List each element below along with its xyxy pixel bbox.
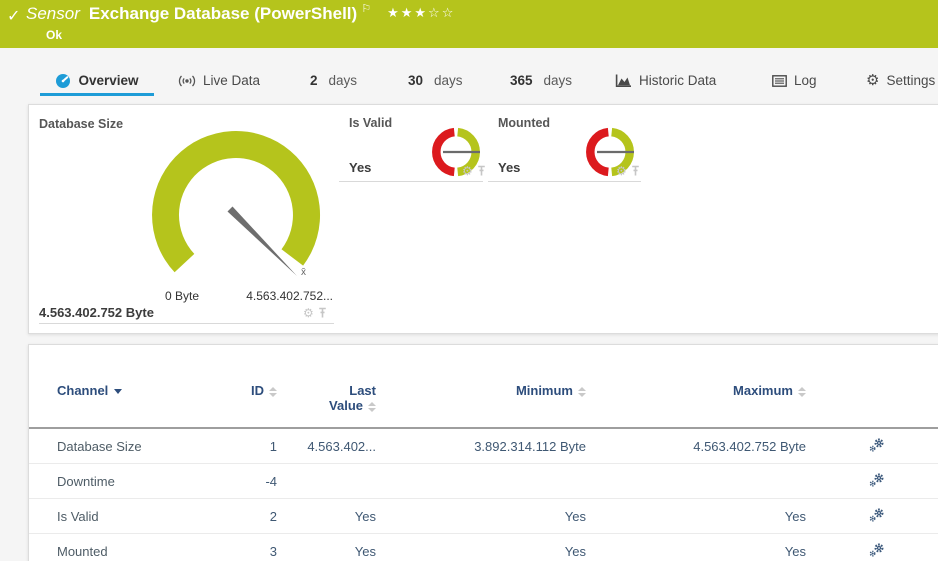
cell-maximum: 4.563.402.752 Byte xyxy=(586,439,806,454)
flag-icon[interactable]: ⚐ xyxy=(361,2,371,15)
gauge-pin-icon[interactable] xyxy=(477,165,486,177)
cell-id: -4 xyxy=(237,474,277,489)
gauge-toolbar-is-valid: ⚙ xyxy=(462,165,486,177)
table-row: Is Valid 2 Yes Yes Yes xyxy=(29,499,938,534)
divider xyxy=(39,323,334,324)
column-header-id[interactable]: ID xyxy=(237,383,277,398)
tab-overview[interactable]: Overview xyxy=(40,68,154,96)
cell-minimum: Yes xyxy=(376,544,586,559)
gauge-icon xyxy=(55,73,71,89)
gauge-toolbar-mounted: ⚙ xyxy=(616,165,640,177)
priority-stars[interactable]: ★★★☆☆ xyxy=(387,5,455,21)
cell-last-value: Yes xyxy=(277,544,376,559)
sort-icon xyxy=(798,387,806,397)
tab-365-days[interactable]: 365 days xyxy=(510,68,572,93)
page-title: Exchange Database (PowerShell) xyxy=(89,4,357,24)
gauge-average-marker: x̄ xyxy=(301,267,306,278)
gauge-settings-icon[interactable]: ⚙ xyxy=(303,307,314,319)
channel-table-panel: Channel ID Last Value Minimum Maximum xyxy=(28,344,938,561)
cell-minimum: 3.892.314.112 Byte xyxy=(376,439,586,454)
divider xyxy=(488,181,641,182)
channel-settings-gears-icon[interactable] xyxy=(869,542,885,561)
channel-settings-gears-icon[interactable] xyxy=(869,472,885,491)
database-size-gauge xyxy=(152,131,320,282)
cell-channel[interactable]: Mounted xyxy=(29,544,237,559)
ok-check-icon: ✓ xyxy=(7,6,20,26)
column-header-minimum[interactable]: Minimum xyxy=(376,383,586,398)
tab-30-days[interactable]: 30 days xyxy=(408,68,463,93)
gauge-value-mounted: Yes xyxy=(498,160,520,175)
gauge-scale-max: 4.563.402.752... xyxy=(209,289,333,303)
table-row: Mounted 3 Yes Yes Yes xyxy=(29,534,938,561)
live-data-icon xyxy=(178,74,196,88)
table-header-row: Channel ID Last Value Minimum Maximum xyxy=(29,345,938,429)
sensor-status-header: ✓ Sensor Exchange Database (PowerShell) … xyxy=(0,0,938,48)
column-header-channel[interactable]: Channel xyxy=(29,383,237,398)
sort-icon xyxy=(368,402,376,412)
gauge-scale-min: 0 Byte xyxy=(165,289,199,303)
cell-channel[interactable]: Database Size xyxy=(29,439,237,454)
overview-gauges-panel: Database Size 0 Byte 4.563.402.752... x̄… xyxy=(28,104,938,334)
cell-channel[interactable]: Downtime xyxy=(29,474,237,489)
historic-chart-icon xyxy=(615,74,632,88)
prtg-sensor-page: ✓ Sensor Exchange Database (PowerShell) … xyxy=(0,0,938,561)
settings-gear-icon: ⚙ xyxy=(866,73,879,88)
cell-channel[interactable]: Is Valid xyxy=(29,509,237,524)
column-header-last-value[interactable]: Last Value xyxy=(277,383,376,413)
divider xyxy=(339,181,483,182)
cell-maximum: Yes xyxy=(586,544,806,559)
log-list-icon xyxy=(772,75,787,87)
gauge-value-is-valid: Yes xyxy=(349,160,371,175)
sort-icon xyxy=(578,387,586,397)
sort-desc-icon xyxy=(114,389,122,394)
table-row: Downtime -4 xyxy=(29,464,938,499)
tab-bar: Overview Live Data 2 days 30 days 365 da… xyxy=(0,68,938,96)
cell-maximum: Yes xyxy=(586,509,806,524)
tab-live-data[interactable]: Live Data xyxy=(178,68,260,93)
gauge-value-database-size: 4.563.402.752 Byte xyxy=(39,305,154,320)
gauge-toolbar-database-size: ⚙ xyxy=(303,307,327,319)
cell-id: 1 xyxy=(237,439,277,454)
sensor-status-text: Ok xyxy=(46,28,62,42)
channel-settings-gears-icon[interactable] xyxy=(869,437,885,456)
cell-minimum: Yes xyxy=(376,509,586,524)
tab-settings[interactable]: ⚙ Settings xyxy=(866,68,935,93)
cell-last-value: 4.563.402... xyxy=(277,439,376,454)
table-row: Database Size 1 4.563.402... 3.892.314.1… xyxy=(29,429,938,464)
gauge-title-is-valid: Is Valid xyxy=(349,116,392,130)
gauge-pin-icon[interactable] xyxy=(318,307,327,319)
gauge-title-mounted: Mounted xyxy=(498,116,550,130)
gauge-settings-icon[interactable]: ⚙ xyxy=(616,165,627,177)
channel-settings-gears-icon[interactable] xyxy=(869,507,885,526)
cell-last-value: Yes xyxy=(277,509,376,524)
tab-2-days[interactable]: 2 days xyxy=(310,68,357,93)
gauge-title-database-size: Database Size xyxy=(39,117,123,131)
channel-table: Channel ID Last Value Minimum Maximum xyxy=(29,345,938,561)
cell-id: 3 xyxy=(237,544,277,559)
column-header-maximum[interactable]: Maximum xyxy=(586,383,806,398)
sort-icon xyxy=(269,387,277,397)
cell-id: 2 xyxy=(237,509,277,524)
tab-log[interactable]: Log xyxy=(772,68,817,93)
gauge-settings-icon[interactable]: ⚙ xyxy=(462,165,473,177)
tab-historic-data[interactable]: Historic Data xyxy=(615,68,716,93)
gauge-pin-icon[interactable] xyxy=(631,165,640,177)
object-kind-label: Sensor xyxy=(26,4,80,24)
